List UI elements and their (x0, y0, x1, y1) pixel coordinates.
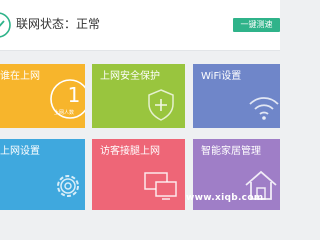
tile-internet-settings[interactable]: 上网设置 (0, 139, 85, 210)
shield-plus-icon (148, 89, 174, 121)
tile-label: 谁在上网 (0, 71, 40, 82)
gear-icon (57, 175, 79, 197)
tile-security-protection[interactable]: 上网安全保护 (92, 64, 185, 128)
tile-guest-network[interactable]: 访客接腿上网 (92, 139, 185, 210)
online-count-value: 1 (67, 83, 81, 107)
network-status-text: 联网状态：正常 (16, 17, 101, 31)
speed-test-button[interactable]: 一键测速 (233, 18, 280, 32)
site-watermark: www.xiqb.com (186, 193, 264, 203)
wifi-icon (249, 97, 279, 120)
tile-label: 上网安全保护 (100, 71, 160, 82)
tile-label: 智能家居管理 (201, 146, 261, 157)
tile-label: WiFi设置 (201, 71, 242, 82)
tile-wifi-settings[interactable]: WiFi设置 (193, 64, 280, 128)
tile-label: 访客接腿上网 (100, 146, 160, 157)
online-count-label: 上网人数 (54, 110, 75, 116)
check-circle-icon (0, 11, 12, 39)
devices-icon (144, 172, 177, 200)
status-bar: 联网状态：正常 一键测速 (0, 0, 280, 51)
tile-label: 上网设置 (0, 146, 40, 157)
